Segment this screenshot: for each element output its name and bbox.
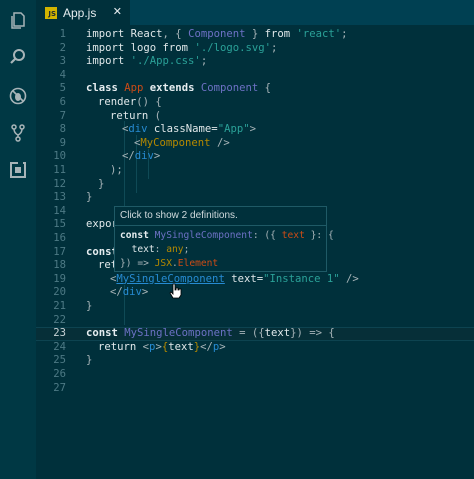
code-line[interactable]: 26 bbox=[36, 368, 474, 382]
line-number: 6 bbox=[59, 96, 66, 108]
line-number: 17 bbox=[53, 245, 66, 258]
line-number: 13 bbox=[53, 191, 66, 204]
code-line[interactable]: 2 import logo from './logo.svg'; bbox=[36, 42, 474, 56]
line-number: 15 bbox=[53, 218, 66, 231]
tab-title: App.js bbox=[63, 5, 97, 20]
line-number: 18 bbox=[53, 259, 66, 272]
tab-bar: JS App.js ✕ bbox=[36, 0, 474, 25]
code-line[interactable]: 20 </div> bbox=[36, 286, 474, 300]
code-line[interactable]: 8 <div className="App"> bbox=[36, 123, 474, 137]
code-line[interactable]: 11); bbox=[36, 164, 474, 178]
line-number: 5 bbox=[59, 82, 66, 95]
code-line[interactable]: 25} bbox=[36, 354, 474, 368]
code-line[interactable]: 9 <MyComponent /> bbox=[36, 137, 474, 151]
code-line[interactable]: 5 class App extends Component { bbox=[36, 82, 474, 96]
code-line[interactable]: 6 render() { bbox=[36, 96, 474, 110]
code-line[interactable]: 1 import React, { Component } from 'react… bbox=[36, 28, 474, 42]
line-number: 4 bbox=[59, 68, 66, 81]
line-number: 22 bbox=[53, 313, 66, 326]
code-line[interactable]: 4 bbox=[36, 69, 474, 83]
javascript-file-icon: JS bbox=[45, 6, 57, 19]
line-number: 16 bbox=[53, 232, 66, 244]
line-number: 24 bbox=[53, 340, 66, 353]
code-line[interactable]: 27 bbox=[36, 382, 474, 396]
line-number: 1 bbox=[59, 28, 66, 40]
definition-hover-popup[interactable]: Click to show 2 definitions. const MySin… bbox=[114, 206, 334, 272]
code-line[interactable]: 24 return <p>{text}</p> bbox=[36, 341, 474, 355]
tab-app-js[interactable]: JS App.js ✕ bbox=[36, 0, 130, 25]
line-number: 7 bbox=[59, 109, 66, 122]
line-number: 25 bbox=[53, 354, 66, 367]
line-number: 10 bbox=[53, 150, 66, 163]
activity-bar bbox=[0, 0, 36, 479]
debug-icon[interactable] bbox=[6, 84, 30, 108]
hover-signature: const MySingleComponent: ({ text }: { te… bbox=[120, 230, 334, 269]
line-number: 20 bbox=[53, 286, 66, 299]
code-editor-window: JS App.js ✕ 1 import React, { Component }… bbox=[0, 0, 474, 479]
code-line[interactable]: 12} bbox=[36, 178, 474, 192]
line-number: 27 bbox=[53, 381, 66, 394]
line-number: 3 bbox=[59, 55, 66, 68]
explorer-icon[interactable] bbox=[6, 8, 30, 32]
hover-header[interactable]: Click to show 2 definitions. bbox=[115, 207, 326, 226]
source-control-icon[interactable] bbox=[6, 121, 30, 145]
hand-pointer-icon bbox=[169, 283, 183, 303]
code-line[interactable]: 3 import './App.css'; bbox=[36, 55, 474, 69]
current-code-line[interactable]: 23 const MySingleComponent = ({text}) => … bbox=[36, 327, 474, 341]
line-number: 8 bbox=[59, 123, 66, 136]
line-number: 2 bbox=[59, 41, 66, 54]
line-number: 12 bbox=[53, 177, 66, 190]
search-icon[interactable] bbox=[6, 45, 30, 69]
code-line[interactable]: 13} bbox=[36, 191, 474, 205]
line-number: 11 bbox=[53, 164, 66, 176]
code-line[interactable]: 7 return ( bbox=[36, 110, 474, 124]
line-number: 14 bbox=[53, 204, 66, 217]
code-line[interactable]: 10 </div> bbox=[36, 150, 474, 164]
close-icon[interactable]: ✕ bbox=[113, 6, 122, 18]
code-line[interactable]: 22 bbox=[36, 314, 474, 328]
code-line[interactable]: 19 <MySingleComponent text="Instance 1" /… bbox=[36, 273, 474, 287]
line-number: 9 bbox=[59, 136, 66, 149]
code-line[interactable]: 21} bbox=[36, 300, 474, 314]
extensions-icon[interactable] bbox=[6, 158, 30, 182]
line-number: 21 bbox=[53, 300, 66, 312]
line-number: 23 bbox=[53, 327, 66, 340]
line-number: 19 bbox=[53, 272, 66, 285]
line-number: 26 bbox=[53, 368, 66, 380]
